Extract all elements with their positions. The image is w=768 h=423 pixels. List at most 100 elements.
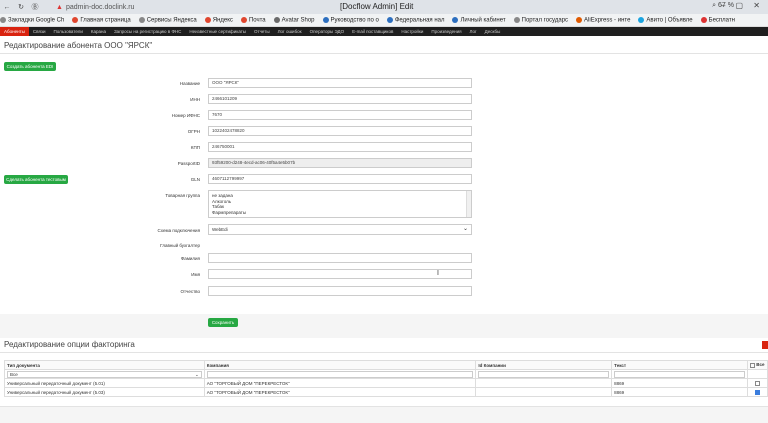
refresh-icon[interactable]: ↻ — [14, 3, 28, 11]
chevron-down-icon: ⌄ — [462, 226, 468, 232]
row-checkbox[interactable] — [754, 389, 760, 395]
nav-item[interactable]: Связи — [29, 27, 50, 36]
nav-item[interactable]: Карана — [87, 27, 110, 36]
ifns-input[interactable]: 7670 — [208, 110, 472, 120]
yandex-icon[interactable]: Ⓑ — [28, 2, 42, 12]
chevron-down-icon: ⌄ — [194, 371, 199, 377]
nav-item[interactable]: Настройки — [397, 27, 427, 36]
col-text[interactable]: Текст — [611, 360, 748, 370]
bookmark-item[interactable]: Федеральная нал — [386, 16, 444, 23]
bookmark-icon — [273, 16, 280, 23]
bookmark-icon — [204, 16, 211, 23]
gln-label: GLN — [190, 177, 200, 182]
kpp-input[interactable]: 246750001 — [208, 142, 472, 152]
nav-item[interactable]: Лог ошибок — [274, 27, 306, 36]
window-title: [Docflow Admin] Edit — [340, 2, 414, 11]
bookmark-item[interactable]: Главная страница — [72, 16, 131, 23]
passport-label: PassportID — [177, 161, 200, 166]
delete-button[interactable] — [762, 341, 768, 349]
save-button[interactable]: Сохранить — [208, 318, 238, 327]
company-filter[interactable] — [206, 370, 474, 378]
bookmark-icon — [322, 16, 329, 23]
passport-input: 93f59200-d248-4ecd-ac06-40f5a4e5b07b — [208, 158, 472, 168]
accountant-label: Главный бухгалтер — [160, 243, 200, 248]
bookmark-icon — [700, 16, 707, 23]
form-footer — [0, 314, 768, 338]
factoring-table: Тип документа Компания Id Компании Текст… — [4, 360, 768, 397]
scheme-value: WebEdi — [212, 227, 228, 232]
col-company-id[interactable]: Id Компании — [475, 360, 613, 370]
firstname-label: Имя — [191, 272, 200, 277]
col-all[interactable]: Все — [746, 360, 768, 370]
inn-input[interactable]: 2466101209 — [208, 94, 472, 104]
kpp-label: КПП — [190, 145, 200, 150]
page-title: Редактирование абонента ООО "ЯРСК" — [4, 41, 153, 50]
window-controls[interactable]: – ▢ ✕ — [721, 1, 764, 10]
row-checkbox[interactable] — [754, 380, 760, 386]
bookmark-icon — [576, 16, 583, 23]
divider — [0, 53, 768, 54]
goods-option[interactable]: Фармпрепараты — [212, 210, 468, 216]
bookmark-icon — [138, 16, 145, 23]
address-bar[interactable]: ▲ padmin-doc.doclink.ru — [56, 4, 134, 11]
bookmark-item[interactable]: Личный кабинет — [452, 16, 506, 23]
lastname-input[interactable] — [208, 253, 472, 263]
create-edi-button[interactable]: Создать абонента EDI — [4, 62, 56, 71]
table-row[interactable]: Универсальный передаточный документ (5.0… — [4, 387, 768, 397]
bookmark-item[interactable]: Почта — [240, 16, 266, 23]
nav-item[interactable]: Пользователи — [49, 27, 86, 36]
bookmark-icon — [638, 16, 645, 23]
nav-item[interactable]: Дескбы — [481, 27, 505, 36]
bookmark-item[interactable]: Закладки Google Ch — [0, 16, 64, 23]
warning-icon: ▲ — [56, 3, 63, 11]
nav-item[interactable]: E-mail поставщиков — [348, 27, 397, 36]
ogrn-input[interactable]: 1022402478820 — [208, 126, 472, 136]
scheme-select[interactable]: WebEdi ⌄ — [208, 224, 472, 235]
top-navigation: Абоненты Связи Пользователи Карана Запросы н… — [0, 27, 768, 36]
scheme-label: Схема подключения — [157, 228, 200, 233]
select-all-checkbox[interactable] — [749, 362, 755, 368]
gln-input[interactable]: 4607112799997 — [208, 174, 472, 184]
url-text: padmin-doc.doclink.ru — [65, 3, 135, 11]
bookmark-item[interactable]: AliExpress - инте — [576, 16, 630, 23]
goods-label: Товарная группа — [165, 193, 200, 198]
bookmark-item[interactable]: Портал государс — [513, 16, 568, 23]
nav-item[interactable]: Отчеты — [250, 27, 274, 36]
bookmark-icon — [513, 16, 520, 23]
bookmark-icon — [386, 16, 393, 23]
nav-item[interactable]: Неизвестные сертификаты — [185, 27, 250, 36]
ogrn-label: ОГРН — [187, 129, 200, 134]
company-id-filter[interactable] — [478, 370, 610, 378]
bookmark-item[interactable]: Avatar Shop — [273, 16, 315, 23]
nav-item[interactable]: Лог — [466, 27, 481, 36]
nav-item[interactable]: Абоненты — [0, 27, 29, 36]
inn-label: ИНН — [190, 97, 200, 102]
nav-item[interactable]: Операторы ЭДО — [306, 27, 348, 36]
create-test-button[interactable]: Сделать абонента тестовым — [4, 175, 68, 184]
nav-item[interactable]: Запросы на регистрацию в ФНС — [110, 27, 185, 36]
listbox-scrollbar[interactable] — [466, 191, 471, 217]
doc-type-filter[interactable]: Все ⌄ — [7, 370, 202, 378]
bookmarks-bar: Закладки Google Ch Главная страница Сервис… — [0, 14, 768, 27]
name-label: Название — [179, 81, 200, 86]
nav-item[interactable]: Произведения — [427, 27, 465, 36]
col-company[interactable]: Компания — [203, 360, 477, 370]
patronymic-input[interactable] — [208, 286, 472, 296]
bookmark-item[interactable]: Бесплатн — [700, 16, 735, 23]
page-footer — [0, 406, 768, 423]
bookmark-icon — [0, 16, 6, 23]
bookmark-icon — [240, 16, 247, 23]
divider — [0, 352, 768, 353]
text-filter[interactable] — [614, 370, 745, 378]
lastname-label: Фамилия — [180, 256, 200, 261]
goods-listbox[interactable]: не задана Алкоголь Табак Фармпрепараты — [208, 190, 472, 218]
bookmark-item[interactable]: Яндекс — [204, 16, 233, 23]
bookmark-item[interactable]: Сервисы Яндекса — [138, 16, 197, 23]
col-doc-type[interactable]: Тип документа — [4, 360, 205, 370]
bookmark-item[interactable]: Руководство по о — [322, 16, 379, 23]
bookmark-item[interactable]: Авито | Объявле — [638, 16, 693, 23]
name-input[interactable]: ООО "ЯРСК" — [208, 78, 472, 88]
table-row[interactable]: Универсальный передаточный документ (5.0… — [4, 378, 768, 388]
firstname-input[interactable] — [208, 269, 472, 279]
back-icon[interactable]: ← — [0, 4, 14, 11]
